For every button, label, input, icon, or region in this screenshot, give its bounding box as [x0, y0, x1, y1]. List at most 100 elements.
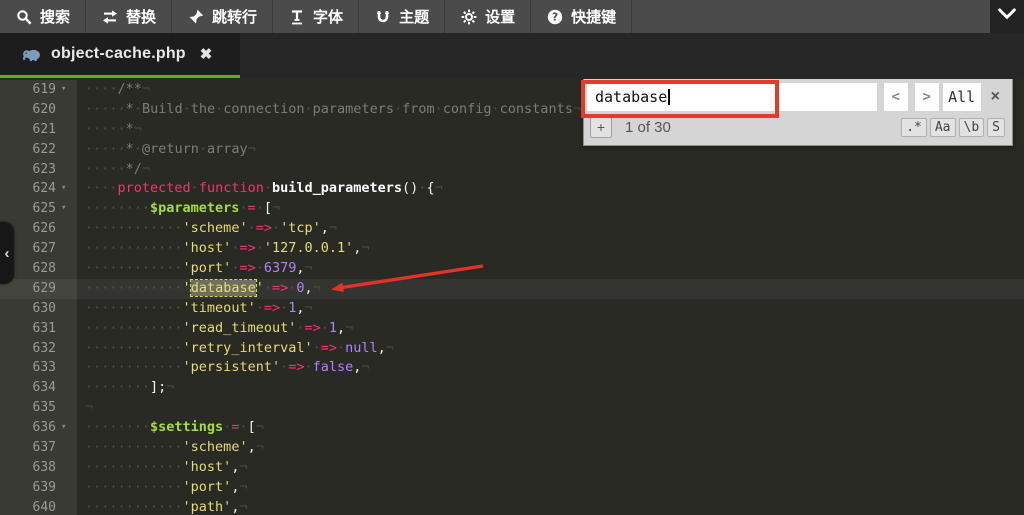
line-number: 630 — [0, 299, 61, 319]
code-line-638: 638············'host',¬ — [0, 458, 1024, 478]
regex-option-button[interactable]: .* — [901, 118, 927, 137]
svg-text:?: ? — [552, 11, 558, 23]
search-match-highlight: database — [191, 280, 256, 296]
find-previous-button[interactable]: < — [884, 83, 908, 111]
code-line-630: 630············'timeout'·=>·1,¬ — [0, 299, 1024, 319]
toolbar-button-search[interactable]: 搜索 — [0, 0, 86, 33]
annotation-arrow — [325, 258, 490, 305]
pin-icon — [187, 8, 204, 25]
line-number: 625 — [0, 199, 61, 219]
toolbar-filler — [632, 0, 990, 33]
code-text: ········$settings·=·[¬ — [77, 418, 1024, 438]
code-line-625: 625▾········$parameters·=·[¬ — [0, 199, 1024, 219]
line-number: 634 — [0, 378, 61, 398]
fold-gutter — [61, 339, 77, 359]
code-text: ¬ — [77, 398, 1024, 418]
fold-gutter — [61, 398, 77, 418]
fold-gutter — [61, 299, 77, 319]
selection-option-button[interactable]: S — [987, 118, 1005, 137]
code-text: ········];¬ — [77, 378, 1024, 398]
panel-collapse-button[interactable] — [990, 0, 1024, 33]
line-number: 638 — [0, 458, 61, 478]
fold-gutter — [61, 239, 77, 259]
fold-gutter — [61, 100, 77, 120]
fold-arrow-icon[interactable]: ▾ — [61, 418, 77, 438]
code-line-627: 627············'host'·=>·'127.0.0.1',¬ — [0, 239, 1024, 259]
toolbar-button-shortcuts[interactable]: ?快捷键 — [531, 0, 632, 33]
fold-gutter — [61, 498, 77, 515]
code-text: ············'port',¬ — [77, 478, 1024, 498]
search-icon — [15, 8, 32, 25]
font-icon — [288, 8, 305, 25]
toolbar-button-label: 主题 — [399, 6, 429, 27]
replace-icon — [101, 8, 118, 25]
gear-icon — [460, 8, 477, 25]
toolbar-button-font[interactable]: 字体 — [273, 0, 359, 33]
line-number: 620 — [0, 100, 61, 120]
fold-arrow-icon[interactable]: ▾ — [61, 199, 77, 219]
add-search-row-button[interactable]: + — [590, 116, 612, 138]
line-number: 621 — [0, 120, 61, 140]
fold-gutter — [61, 160, 77, 180]
sidebar-expand-toggle[interactable]: ‹ — [0, 222, 14, 284]
line-number: 631 — [0, 319, 61, 339]
question-circle-icon: ? — [546, 8, 563, 25]
toolbar-button-theme[interactable]: 主题 — [359, 0, 445, 33]
line-number: 622 — [0, 140, 61, 160]
toolbar-button-replace[interactable]: 替换 — [86, 0, 172, 33]
code-text: ············'port'·=>·6379,¬ — [77, 259, 1024, 279]
php-elephant-icon — [22, 47, 41, 62]
tab-object-cache-php[interactable]: object-cache.php ✖ — [0, 33, 240, 78]
line-number: 623 — [0, 160, 61, 180]
code-text: ············'scheme'·=>·'tcp',¬ — [77, 219, 1024, 239]
code-line-623: 623·····*/¬ — [0, 160, 1024, 180]
toolbar-items: 搜索 替换 跳转行 字体 主题设置?快捷键 — [0, 0, 632, 33]
chevron-left-icon: ‹ — [5, 245, 10, 262]
case-option-button[interactable]: Aa — [930, 118, 956, 137]
close-search-icon[interactable]: × — [991, 88, 1000, 106]
code-line-626: 626············'scheme'·=>·'tcp',¬ — [0, 219, 1024, 239]
match-count: 1 of 30 — [625, 119, 671, 136]
tab-bar: object-cache.php ✖ — [0, 33, 1024, 78]
find-next-button[interactable]: > — [915, 83, 939, 111]
code-line-637: 637············'scheme',¬ — [0, 438, 1024, 458]
toolbar-button-label: 搜索 — [40, 6, 70, 27]
line-number: 637 — [0, 438, 61, 458]
toolbar-button-goto-line[interactable]: 跳转行 — [172, 0, 273, 33]
fold-gutter — [61, 438, 77, 458]
toolbar-button-label: 替换 — [126, 6, 156, 27]
fold-gutter — [61, 319, 77, 339]
fold-gutter — [61, 219, 77, 239]
code-line-632: 632············'retry_interval'·=>·null,… — [0, 339, 1024, 359]
fold-arrow-icon[interactable]: ▾ — [61, 179, 77, 199]
line-number: 635 — [0, 398, 61, 418]
fold-gutter — [61, 358, 77, 378]
fold-gutter — [61, 378, 77, 398]
fold-gutter — [61, 140, 77, 160]
annotation-highlight-box — [581, 80, 779, 118]
toolbar-button-settings[interactable]: 设置 — [445, 0, 531, 33]
line-number: 636 — [0, 418, 61, 438]
tab-close-icon[interactable]: ✖ — [200, 45, 213, 63]
code-text: ········$parameters·=·[¬ — [77, 199, 1024, 219]
code-line-635: 635 ¬ — [0, 398, 1024, 418]
fold-arrow-icon[interactable]: ▾ — [61, 80, 77, 100]
toolbar: 搜索 替换 跳转行 字体 主题设置?快捷键 — [0, 0, 1024, 33]
line-number: 633 — [0, 358, 61, 378]
fold-gutter — [61, 259, 77, 279]
toolbar-button-label: 字体 — [313, 6, 343, 27]
fold-gutter — [61, 279, 77, 299]
code-line-634: 634 ········];¬ — [0, 378, 1024, 398]
magnet-icon — [374, 8, 391, 25]
toolbar-button-label: 跳转行 — [212, 6, 257, 27]
word-boundary-option-button[interactable]: \b — [959, 118, 985, 137]
code-line-640: 640············'path',¬ — [0, 498, 1024, 515]
code-text: ············'database'·=>·0,¬ — [77, 279, 1024, 299]
code-text: ············'persistent'·=>·false,¬ — [77, 358, 1024, 378]
find-all-button[interactable]: All — [943, 83, 981, 111]
code-line-633: 633 ············'persistent'·=>·false,¬ — [0, 358, 1024, 378]
code-line-636: 636▾········$settings·=·[¬ — [0, 418, 1024, 438]
fold-gutter — [61, 120, 77, 140]
line-number: 639 — [0, 478, 61, 498]
code-line-624: 624▾····protected·function·build_paramet… — [0, 179, 1024, 199]
